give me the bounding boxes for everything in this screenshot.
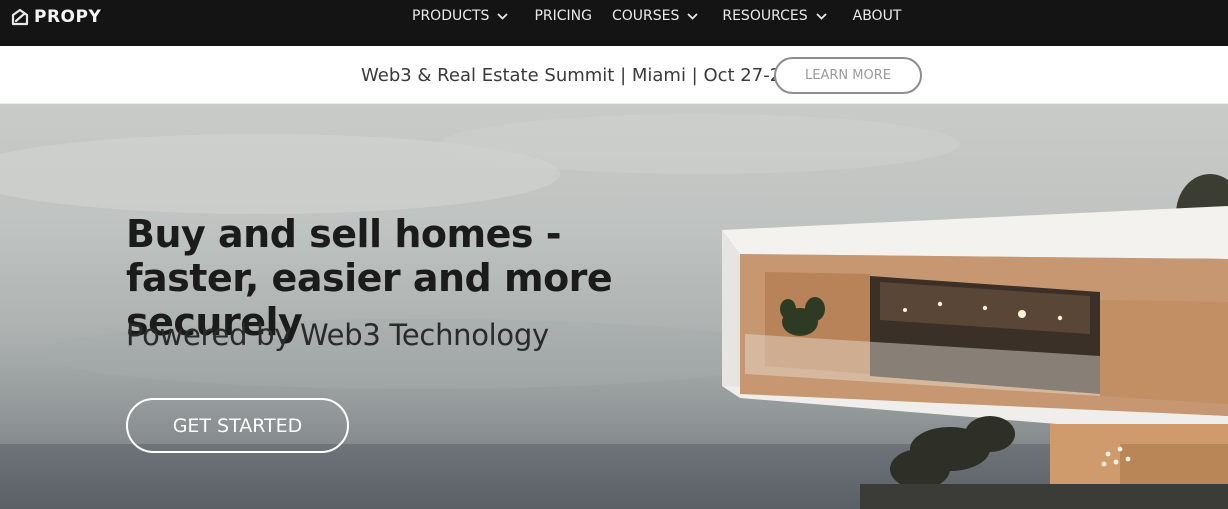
hero-subheadline: Powered by Web3 Technology: [126, 318, 549, 352]
top-nav: PROPY PRODUCTS PRICING COURSES RESOURCES…: [0, 0, 1228, 46]
nav-item-label: ABOUT: [852, 8, 902, 24]
nav-item-products[interactable]: PRODUCTS: [412, 8, 509, 24]
main-menu: PRODUCTS PRICING COURSES RESOURCES ABOUT: [412, 0, 901, 32]
nav-item-about[interactable]: ABOUT: [853, 8, 902, 24]
brand-logo[interactable]: PROPY: [10, 6, 101, 28]
nav-item-label: PRODUCTS: [412, 8, 490, 24]
announcement-text: Web3 & Real Estate Summit | Miami | Oct …: [361, 65, 793, 86]
propy-logo-icon: [11, 8, 29, 26]
nav-item-courses[interactable]: COURSES: [612, 8, 698, 24]
nav-item-resources[interactable]: RESOURCES: [722, 8, 827, 24]
nav-item-pricing[interactable]: PRICING: [534, 8, 592, 24]
nav-item-label: COURSES: [611, 8, 680, 24]
brand-name: PROPY: [34, 7, 102, 27]
nav-item-label: PRICING: [534, 8, 592, 24]
get-started-button[interactable]: GET STARTED: [126, 398, 349, 453]
chevron-down-icon: [815, 12, 827, 20]
learn-more-button[interactable]: LEARN MORE: [774, 57, 922, 94]
nav-item-label: RESOURCES: [722, 8, 808, 24]
chevron-down-icon: [687, 12, 698, 20]
hero-section: Buy and sell homes - faster, easier and …: [0, 104, 1228, 509]
announcement-bar: Web3 & Real Estate Summit | Miami | Oct …: [0, 46, 1228, 104]
chevron-down-icon: [497, 12, 509, 20]
